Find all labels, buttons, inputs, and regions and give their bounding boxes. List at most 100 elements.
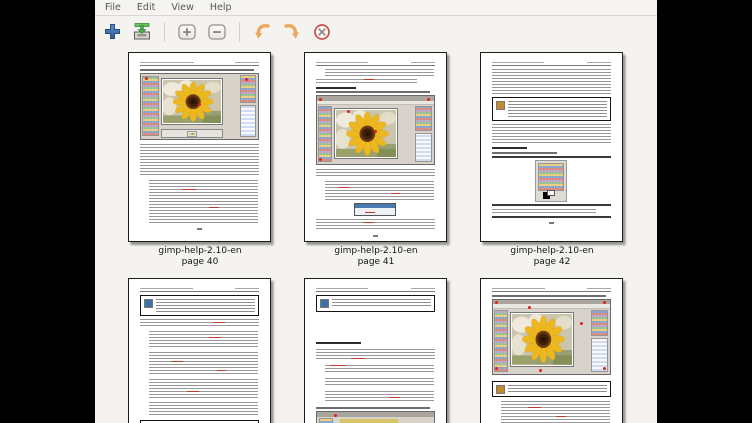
- gimp-screenshot-multiwindow: [140, 73, 259, 140]
- screen-canvas: File Edit View Help: [0, 0, 752, 423]
- annotation-dot: [374, 130, 377, 133]
- text-lines: [325, 69, 434, 77]
- page-header: [140, 287, 259, 292]
- figure-caption-line: [492, 152, 557, 154]
- page-thumbnail: [128, 52, 271, 242]
- page-header: [492, 287, 611, 292]
- figure-rule: [492, 216, 611, 218]
- image-window: [510, 312, 574, 367]
- menu-edit[interactable]: Edit: [129, 1, 163, 14]
- mini-dialog-shot: [354, 203, 397, 216]
- delete-icon: [312, 22, 332, 42]
- annotation-dot: [495, 367, 498, 370]
- thumbnail-caption: gimp-help-2.10-en page 40: [128, 246, 273, 267]
- text-lines: [492, 69, 611, 94]
- text-lines: [149, 352, 258, 376]
- tip-icon: [320, 299, 329, 308]
- zoom-in-button[interactable]: [176, 21, 198, 43]
- layers-panel: [240, 105, 256, 138]
- page-number-mark: [373, 235, 378, 237]
- toolbox-figure: [492, 160, 611, 202]
- menu-view[interactable]: View: [163, 1, 202, 14]
- toolbox-panel: [142, 76, 158, 136]
- add-pages-button[interactable]: [101, 21, 123, 43]
- pdf-arranger-window: File Edit View Help: [95, 0, 657, 423]
- image-window: [334, 108, 398, 160]
- text-lines: [149, 379, 258, 399]
- text-lines: [140, 319, 259, 328]
- text-lines: [325, 378, 434, 387]
- caption-doc-name: gimp-help-2.10-en: [480, 246, 625, 257]
- figure-rule: [492, 204, 611, 206]
- note-box: [140, 295, 259, 316]
- dock-panel: [415, 106, 433, 132]
- page-thumbnail: [480, 278, 623, 423]
- note-icon: [496, 101, 505, 110]
- caption-page: page 40: [128, 257, 273, 268]
- page-cell-45[interactable]: [480, 278, 625, 423]
- annotation-dot: [528, 306, 531, 309]
- note-icon: [144, 299, 153, 308]
- text-lines: [316, 349, 435, 361]
- page-header: [316, 61, 435, 66]
- layers-panel: [415, 133, 433, 162]
- menu-help[interactable]: Help: [202, 1, 240, 14]
- note-box: [492, 381, 611, 397]
- sunflower-image: [163, 80, 221, 123]
- text-lines: [325, 391, 434, 402]
- page-cell-42[interactable]: gimp-help-2.10-en page 42: [480, 52, 625, 268]
- menu-file[interactable]: File: [97, 1, 129, 14]
- save-button[interactable]: [131, 21, 153, 43]
- gimp-screenshot-singlewindow: [492, 299, 611, 375]
- page-cell-43[interactable]: [128, 278, 273, 423]
- annotation-dot: [539, 369, 542, 372]
- sunflower-image: [512, 314, 572, 365]
- note-icon: [496, 385, 505, 394]
- save-import-icon: [132, 22, 152, 41]
- text-lines: [316, 219, 435, 231]
- toolbar: [95, 16, 657, 47]
- gimp-screenshot-singlewindow: [316, 95, 435, 165]
- text-lines: [325, 365, 434, 374]
- page-cell-41[interactable]: gimp-help-2.10-en page 41: [304, 52, 449, 268]
- text-lines: [316, 169, 435, 178]
- page-cell-40[interactable]: gimp-help-2.10-en page 40: [128, 52, 273, 268]
- page-thumbnail: [304, 52, 447, 242]
- text-lines: [149, 331, 258, 349]
- text-lines: [492, 124, 611, 143]
- tip-box: [316, 295, 435, 312]
- page-header: [140, 61, 259, 66]
- thumbnail-caption: gimp-help-2.10-en page 41: [304, 246, 449, 267]
- rotate-left-button[interactable]: [251, 21, 273, 43]
- toolbox-panel: [494, 310, 509, 372]
- page-cell-44[interactable]: [304, 278, 449, 423]
- text-lines: [140, 144, 259, 177]
- page-number-mark: [549, 222, 554, 224]
- text-lines: [492, 209, 597, 213]
- figure-rule: [492, 156, 611, 158]
- page-header: [492, 61, 611, 66]
- rotate-right-button[interactable]: [281, 21, 303, 43]
- caption-page: page 42: [480, 257, 625, 268]
- page-number-mark: [197, 228, 202, 230]
- bottom-dialog: [161, 129, 223, 138]
- dock-panel: [591, 310, 609, 337]
- toolbox-panel: [318, 106, 333, 162]
- rotate-left-icon: [252, 22, 272, 42]
- section-heading-bar: [492, 147, 528, 149]
- zoom-in-icon: [177, 23, 197, 41]
- annotation-dot: [580, 322, 583, 325]
- thumbnail-grid: gimp-help-2.10-en page 40: [95, 47, 657, 423]
- page-thumbnail: [128, 278, 271, 423]
- screenshot-sliver: [316, 411, 435, 423]
- figure-caption-line: [316, 407, 430, 409]
- caption-doc-name: gimp-help-2.10-en: [304, 246, 449, 257]
- text-lines: [316, 79, 417, 84]
- image-window: [161, 78, 223, 125]
- toolbar-separator: [239, 22, 240, 42]
- zoom-out-button[interactable]: [206, 21, 228, 43]
- text-lines: [149, 180, 258, 224]
- toolbar-separator: [164, 22, 165, 42]
- delete-button[interactable]: [311, 21, 333, 43]
- zoom-out-icon: [207, 23, 227, 41]
